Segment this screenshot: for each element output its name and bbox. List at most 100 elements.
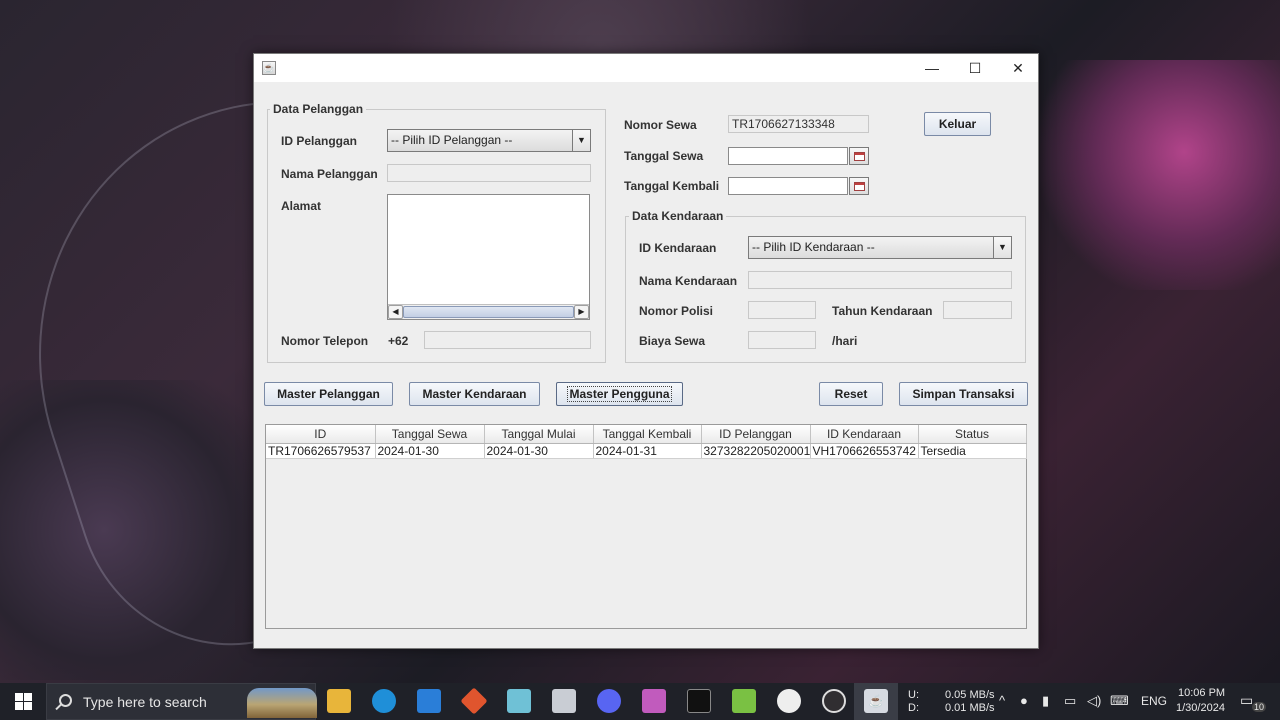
discord-icon[interactable] bbox=[597, 689, 621, 713]
taskbar-search[interactable]: Type here to search bbox=[46, 683, 317, 720]
column-header-tanggal-mulai[interactable]: Tanggal Mulai bbox=[484, 425, 594, 444]
tahun-kendaraan-field[interactable] bbox=[943, 301, 1012, 319]
column-header-tanggal-kembali[interactable]: Tanggal Kembali bbox=[593, 425, 702, 444]
scroll-thumb[interactable] bbox=[403, 306, 574, 318]
calendar-icon bbox=[853, 151, 865, 161]
nama-pelanggan-field[interactable] bbox=[387, 164, 591, 182]
nomor-telepon-field[interactable] bbox=[424, 331, 591, 349]
column-header-id-pelanggan[interactable]: ID Pelanggan bbox=[701, 425, 811, 444]
id-pelanggan-label: ID Pelanggan bbox=[281, 134, 358, 148]
biaya-sewa-field[interactable] bbox=[748, 331, 816, 349]
obs-icon[interactable] bbox=[822, 689, 846, 713]
chrome-icon[interactable] bbox=[777, 689, 801, 713]
tahun-kendaraan-label: Tahun Kendaraan bbox=[832, 304, 933, 318]
nama-kendaraan-field[interactable] bbox=[748, 271, 1012, 289]
git-icon[interactable] bbox=[460, 687, 488, 715]
chevron-up-icon[interactable]: ^ bbox=[999, 693, 1005, 708]
data-kendaraan-title: Data Kendaraan bbox=[629, 209, 727, 223]
wallpaper-region bbox=[1040, 60, 1280, 290]
telepon-prefix: +62 bbox=[388, 334, 409, 348]
horizontal-scrollbar[interactable]: ◀ ▶ bbox=[388, 304, 589, 319]
master-pelanggan-button[interactable]: Master Pelanggan bbox=[264, 382, 393, 406]
network-icon[interactable]: ▭ bbox=[1064, 693, 1076, 709]
per-hari-label: /hari bbox=[832, 334, 858, 348]
close-button[interactable]: ✕ bbox=[996, 54, 1040, 82]
title-bar[interactable]: ☕ — ☐ ✕ bbox=[254, 54, 1038, 82]
table-cell[interactable]: Tersedia bbox=[918, 443, 1027, 459]
edge-icon[interactable] bbox=[372, 689, 396, 713]
alamat-textarea[interactable]: ◀ ▶ bbox=[387, 194, 590, 320]
rental-transaction-window: ☕ — ☐ ✕ Data Pelanggan ID Pelanggan -- P… bbox=[253, 53, 1039, 649]
tanggal-kembali-calendar-button[interactable] bbox=[849, 177, 869, 195]
id-kendaraan-label: ID Kendaraan bbox=[639, 241, 717, 255]
tanggal-kembali-label: Tanggal Kembali bbox=[624, 179, 720, 193]
maximize-button[interactable]: ☐ bbox=[953, 54, 997, 82]
java-icon[interactable]: ☕ bbox=[864, 689, 888, 713]
file-explorer-icon[interactable] bbox=[327, 689, 351, 713]
vscode-icon[interactable] bbox=[417, 689, 441, 713]
id-pelanggan-combo-value: -- Pilih ID Pelanggan -- bbox=[391, 133, 513, 147]
nama-kendaraan-label: Nama Kendaraan bbox=[639, 274, 738, 288]
biaya-sewa-label: Biaya Sewa bbox=[639, 334, 706, 348]
volume-icon[interactable]: ◁) bbox=[1087, 693, 1101, 709]
search-icon bbox=[59, 694, 72, 707]
simpan-transaksi-button[interactable]: Simpan Transaksi bbox=[899, 382, 1028, 406]
table-cell[interactable]: 3273282205020001 bbox=[701, 443, 811, 459]
search-highlight-image bbox=[247, 688, 317, 718]
column-header-id[interactable]: ID bbox=[266, 425, 376, 444]
nomor-sewa-field[interactable]: TR1706627133348 bbox=[728, 115, 869, 133]
column-header-tanggal-sewa[interactable]: Tanggal Sewa bbox=[375, 425, 485, 444]
taskbar: Type here to search ☕ U: D: 0.05 MB/s 0.… bbox=[0, 683, 1280, 720]
transaction-table-panel[interactable]: ID Tanggal Sewa Tanggal Mulai Tanggal Ke… bbox=[265, 424, 1027, 629]
chevron-down-icon[interactable]: ▼ bbox=[572, 130, 590, 151]
master-kendaraan-button[interactable]: Master Kendaraan bbox=[409, 382, 540, 406]
microphone-icon[interactable]: ● bbox=[1020, 693, 1028, 708]
table-row[interactable]: TR1706626579537 2024-01-30 2024-01-30 20… bbox=[266, 443, 1027, 459]
keyboard-icon[interactable]: ⌨ bbox=[1110, 693, 1129, 709]
tanggal-sewa-field[interactable] bbox=[728, 147, 848, 165]
start-button[interactable] bbox=[0, 683, 46, 720]
table-cell[interactable]: VH1706626553742 bbox=[810, 443, 919, 459]
nomor-sewa-label: Nomor Sewa bbox=[624, 118, 697, 132]
id-pelanggan-combobox[interactable]: -- Pilih ID Pelanggan -- ▼ bbox=[387, 129, 591, 152]
table-cell[interactable]: TR1706626579537 bbox=[266, 443, 376, 459]
notepad-icon[interactable] bbox=[507, 689, 531, 713]
minimize-button[interactable]: — bbox=[910, 54, 954, 82]
tanggal-kembali-field[interactable] bbox=[728, 177, 848, 195]
scroll-right-icon[interactable]: ▶ bbox=[574, 305, 589, 319]
chevron-down-icon[interactable]: ▼ bbox=[993, 237, 1011, 258]
remote-icon[interactable] bbox=[552, 689, 576, 713]
nama-pelanggan-label: Nama Pelanggan bbox=[281, 167, 378, 181]
clock-date[interactable]: 1/30/2024 bbox=[1176, 702, 1225, 714]
scroll-left-icon[interactable]: ◀ bbox=[388, 305, 403, 319]
battery-icon[interactable]: ▮ bbox=[1042, 693, 1049, 709]
notification-badge: 10 bbox=[1252, 702, 1267, 712]
transaction-table[interactable]: ID Tanggal Sewa Tanggal Mulai Tanggal Ke… bbox=[266, 425, 1027, 459]
column-header-status[interactable]: Status bbox=[918, 425, 1027, 444]
nomor-telepon-label: Nomor Telepon bbox=[281, 334, 369, 348]
clock-time[interactable]: 10:06 PM bbox=[1178, 687, 1225, 699]
wallpaper-region bbox=[300, 0, 900, 60]
net-up-label: U: bbox=[908, 689, 919, 701]
column-header-id-kendaraan[interactable]: ID Kendaraan bbox=[810, 425, 919, 444]
nomor-polisi-label: Nomor Polisi bbox=[639, 304, 714, 318]
keluar-button[interactable]: Keluar bbox=[924, 112, 991, 136]
id-kendaraan-combo-value: -- Pilih ID Kendaraan -- bbox=[752, 240, 875, 254]
master-pengguna-label: Master Pengguna bbox=[567, 386, 672, 402]
app-icon[interactable] bbox=[642, 689, 666, 713]
table-cell[interactable]: 2024-01-31 bbox=[593, 443, 702, 459]
data-pelanggan-title: Data Pelanggan bbox=[270, 102, 367, 116]
net-down-speed: 0.01 MB/s bbox=[945, 702, 995, 714]
language-indicator[interactable]: ENG bbox=[1141, 694, 1167, 708]
table-cell[interactable]: 2024-01-30 bbox=[484, 443, 594, 459]
notepadpp-icon[interactable] bbox=[732, 689, 756, 713]
table-cell[interactable]: 2024-01-30 bbox=[375, 443, 485, 459]
search-placeholder: Type here to search bbox=[83, 694, 207, 710]
reset-button[interactable]: Reset bbox=[819, 382, 883, 406]
windows-icon bbox=[14, 693, 32, 710]
terminal-icon[interactable] bbox=[687, 689, 711, 713]
master-pengguna-button[interactable]: Master Pengguna bbox=[556, 382, 683, 406]
id-kendaraan-combobox[interactable]: -- Pilih ID Kendaraan -- ▼ bbox=[748, 236, 1012, 259]
nomor-polisi-field[interactable] bbox=[748, 301, 816, 319]
tanggal-sewa-calendar-button[interactable] bbox=[849, 147, 869, 165]
